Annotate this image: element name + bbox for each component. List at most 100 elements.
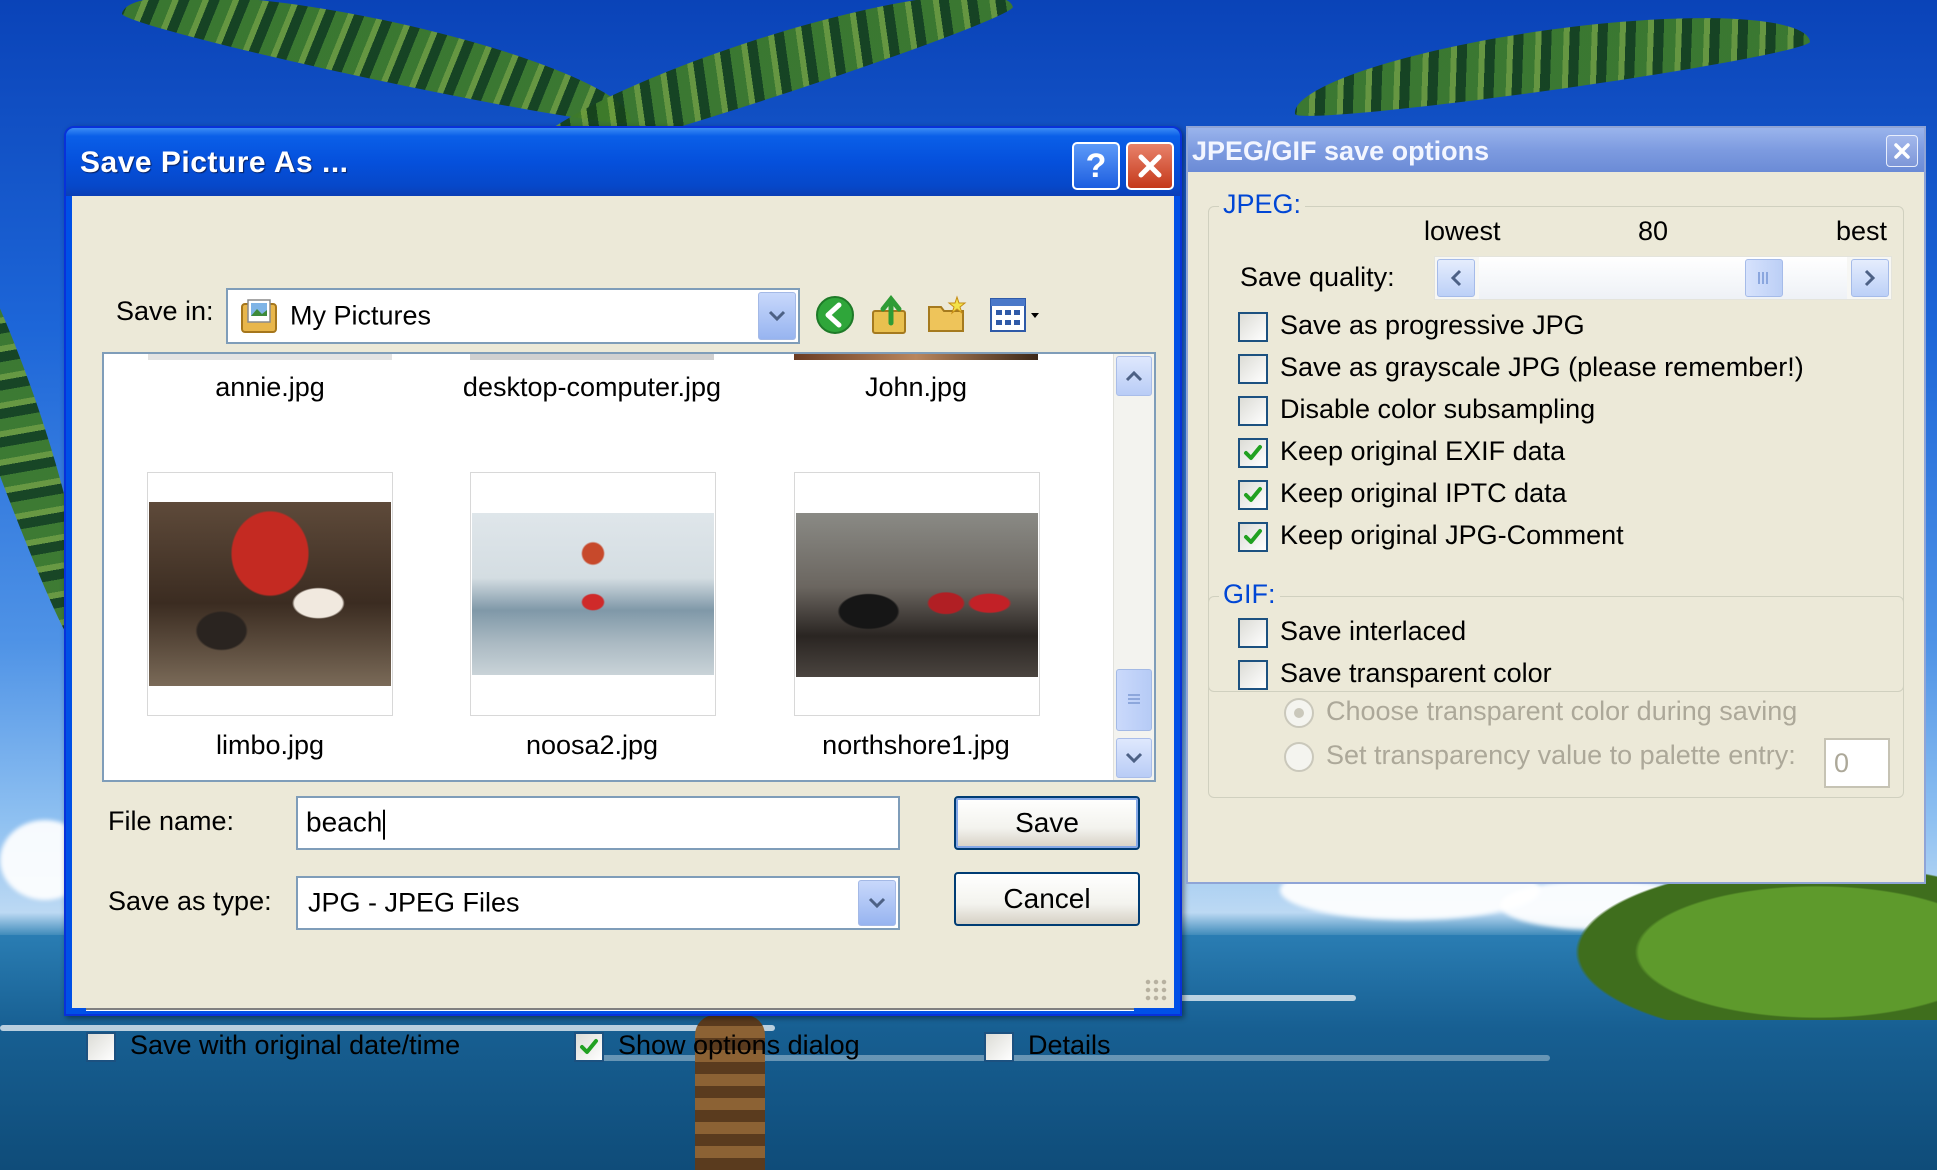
file-name-noosa2[interactable]: noosa2.jpg xyxy=(442,730,742,761)
scroll-down-button[interactable] xyxy=(1116,738,1152,778)
close-icon xyxy=(1138,154,1162,178)
jpeg-option-label: Keep original JPG-Comment xyxy=(1280,520,1624,550)
new-folder-icon xyxy=(928,295,967,332)
slider-track[interactable] xyxy=(1479,257,1847,299)
palette-entry-label: Set transparency value to palette entry: xyxy=(1326,740,1796,770)
file-name-annie[interactable]: annie.jpg xyxy=(120,372,420,403)
original-date-checkbox[interactable] xyxy=(86,1032,116,1062)
slider-thumb[interactable] xyxy=(1744,259,1783,297)
photo-noosa2 xyxy=(472,513,714,675)
original-date-label: Save with original date/time xyxy=(130,1030,461,1060)
resize-grip[interactable] xyxy=(1144,978,1168,1002)
checkmark-icon xyxy=(1244,445,1262,460)
title-bar[interactable]: Save Picture As ... ? xyxy=(66,128,1180,196)
choose-transparent-label: Choose transparent color during saving xyxy=(1326,696,1798,726)
slider-increase-button[interactable] xyxy=(1851,259,1889,297)
dialog-title: Save Picture As ... xyxy=(80,146,349,179)
file-name-input[interactable]: beach xyxy=(296,796,900,850)
chevron-up-icon xyxy=(1125,370,1143,382)
palm-frond xyxy=(119,0,641,134)
jpeg-option-checkbox[interactable] xyxy=(1238,396,1268,426)
palette-entry-input[interactable]: 0 xyxy=(1824,738,1890,788)
scroll-up-button[interactable] xyxy=(1116,356,1152,396)
jpeg-option-label: Save as grayscale JPG (please remember!) xyxy=(1280,352,1804,382)
jpeg-option-checkbox[interactable] xyxy=(1238,354,1268,384)
save-button[interactable]: Save xyxy=(954,796,1140,850)
palette-entry-value: 0 xyxy=(1834,748,1850,778)
jpeg-option-label: Disable color subsampling xyxy=(1280,394,1596,424)
save-picture-dialog: Save Picture As ... ? Save in: My Pictur… xyxy=(64,126,1182,1062)
close-button[interactable] xyxy=(1126,142,1174,190)
help-button[interactable]: ? xyxy=(1072,142,1120,190)
back-button[interactable] xyxy=(812,292,858,338)
jpeg-group-title: JPEG: xyxy=(1219,189,1306,220)
views-menu-button[interactable] xyxy=(986,292,1046,338)
photo-limbo xyxy=(149,502,391,686)
save-in-combo[interactable]: My Pictures xyxy=(226,288,800,344)
my-pictures-icon xyxy=(241,299,277,333)
file-name-northshore1[interactable]: northshore1.jpg xyxy=(766,730,1066,761)
gif-option-label: Save interlaced xyxy=(1280,616,1467,646)
quality-value: 80 xyxy=(1638,216,1669,246)
options-close-button[interactable] xyxy=(1886,135,1918,167)
up-folder-icon xyxy=(872,294,906,334)
quality-lowest-label: lowest xyxy=(1424,216,1501,246)
chevron-down-icon xyxy=(768,310,786,322)
show-options-label: Show options dialog xyxy=(618,1030,860,1060)
checkmark-icon xyxy=(1244,529,1262,544)
palm-frond xyxy=(1288,0,1812,126)
details-label: Details xyxy=(1028,1030,1111,1060)
gif-option-label: Save transparent color xyxy=(1280,658,1552,688)
gif-option-checkbox[interactable] xyxy=(1238,618,1268,648)
thumbnail-noosa2[interactable] xyxy=(470,472,716,716)
choose-transparent-radio[interactable] xyxy=(1284,698,1314,728)
jpeg-option-checkbox[interactable] xyxy=(1238,480,1268,510)
back-arrow-icon xyxy=(816,296,854,334)
jpeg-option-checkbox[interactable] xyxy=(1238,522,1268,552)
jpeg-option-checkbox[interactable] xyxy=(1238,438,1268,468)
save-in-label: Save in: xyxy=(116,296,214,326)
chevron-down-icon xyxy=(1125,752,1143,764)
palette-entry-radio[interactable] xyxy=(1284,742,1314,772)
thumbnail-partial xyxy=(148,354,392,360)
text-caret xyxy=(383,809,386,840)
save-quality-slider[interactable] xyxy=(1434,256,1892,300)
help-icon: ? xyxy=(1085,146,1107,185)
separator xyxy=(86,1008,1134,1011)
thumbnail-partial xyxy=(794,354,1038,360)
up-folder-button[interactable] xyxy=(868,292,914,338)
show-options-checkbox[interactable] xyxy=(574,1032,604,1062)
chevron-right-icon xyxy=(1864,269,1876,287)
details-checkbox[interactable] xyxy=(984,1032,1014,1062)
gif-option-checkbox[interactable] xyxy=(1238,660,1268,690)
chevron-left-icon xyxy=(1450,269,1462,287)
options-title: JPEG/GIF save options xyxy=(1192,136,1490,166)
thumbnail-limbo[interactable] xyxy=(147,472,393,716)
quality-best-label: best xyxy=(1836,216,1888,246)
checkmark-icon xyxy=(580,1039,598,1054)
view-menu-icon xyxy=(990,298,1039,332)
file-list-view[interactable]: annie.jpg desktop-computer.jpg John.jpg … xyxy=(102,352,1156,782)
photo-northshore1 xyxy=(796,513,1038,677)
file-name-desktop-computer[interactable]: desktop-computer.jpg xyxy=(442,372,742,403)
save-as-type-combo[interactable]: JPG - JPEG Files xyxy=(296,876,900,930)
save-in-value: My Pictures xyxy=(290,300,432,331)
slider-decrease-button[interactable] xyxy=(1437,259,1475,297)
cancel-button[interactable]: Cancel xyxy=(954,872,1140,926)
save-as-type-label: Save as type: xyxy=(108,886,272,916)
gif-group-title: GIF: xyxy=(1219,579,1280,610)
save-as-type-value: JPG - JPEG Files xyxy=(308,887,520,918)
file-list-scrollbar[interactable] xyxy=(1113,354,1154,780)
jpeg-option-checkbox[interactable] xyxy=(1238,312,1268,342)
new-folder-button[interactable] xyxy=(924,292,970,338)
close-icon xyxy=(1894,143,1910,159)
jpeg-option-label: Keep original EXIF data xyxy=(1280,436,1566,466)
options-title-bar[interactable]: JPEG/GIF save options xyxy=(1188,128,1924,172)
scroll-thumb[interactable] xyxy=(1116,669,1152,731)
dialog-body: Save in: My Pictures annie.jpg desktop-c… xyxy=(72,196,1174,1062)
file-name-limbo[interactable]: limbo.jpg xyxy=(120,730,420,761)
save-in-dropdown-button[interactable] xyxy=(758,292,796,340)
thumbnail-northshore1[interactable] xyxy=(794,472,1040,716)
file-name-john[interactable]: John.jpg xyxy=(766,372,1066,403)
save-as-type-dropdown-button[interactable] xyxy=(858,880,896,926)
